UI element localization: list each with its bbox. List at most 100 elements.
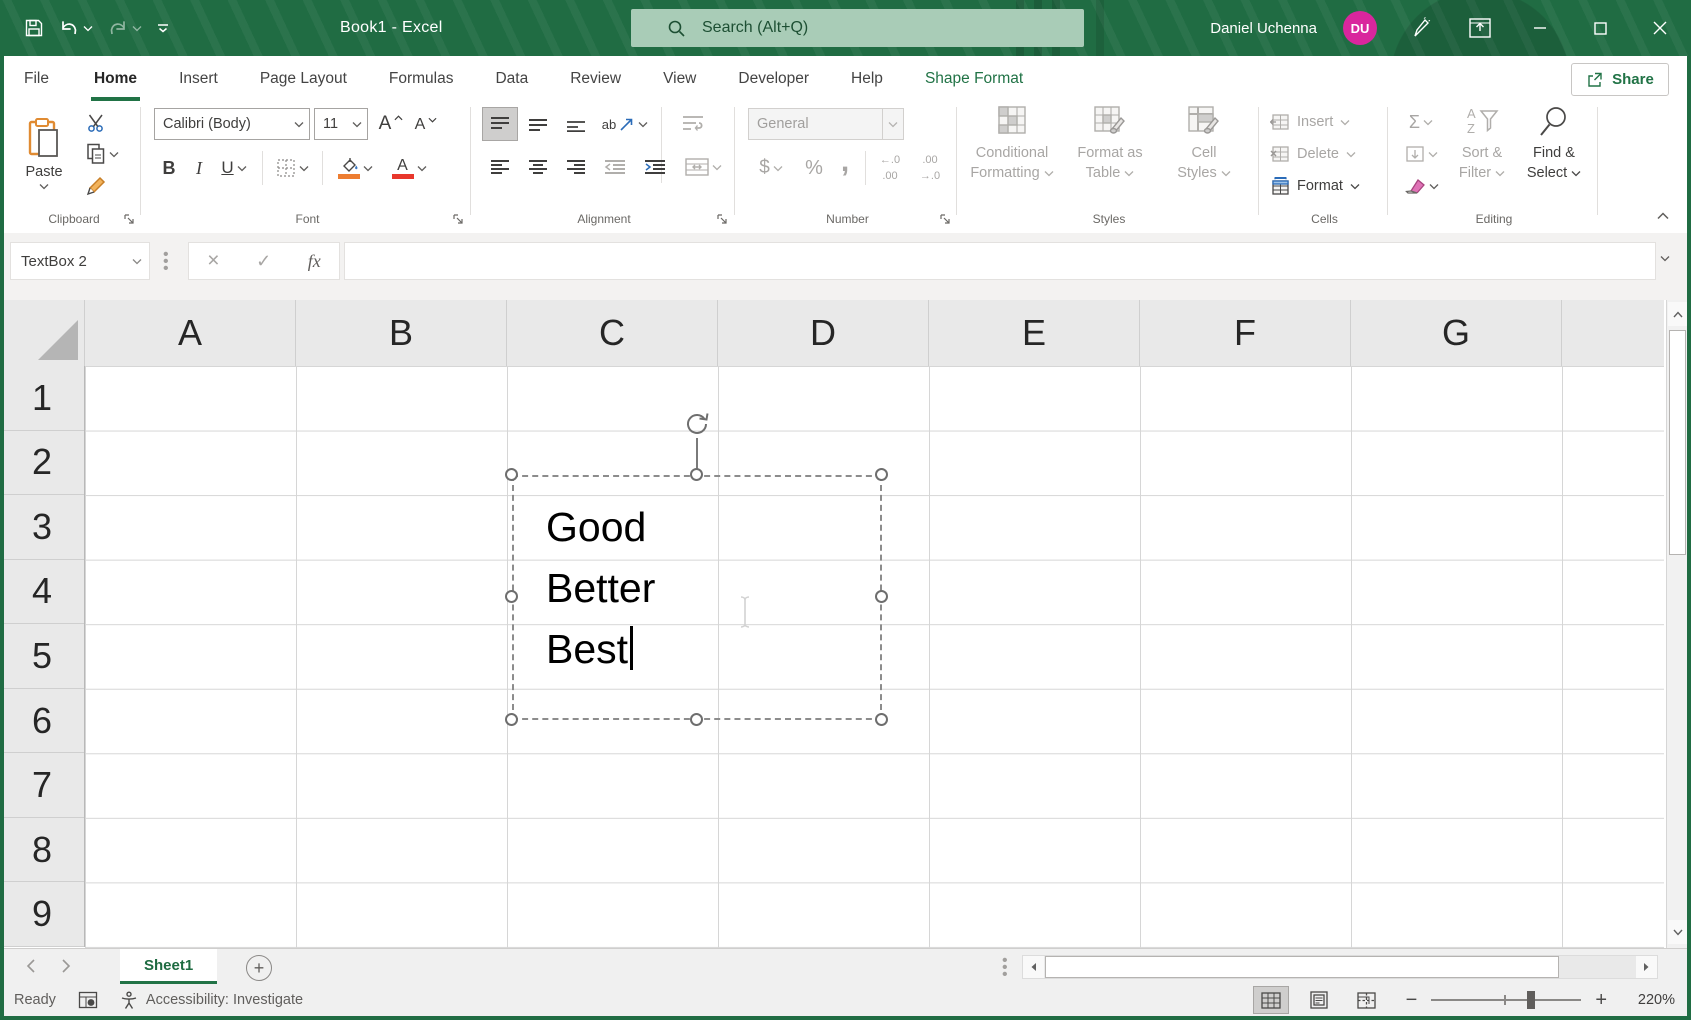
- fill-color-button[interactable]: [332, 153, 378, 183]
- ribbon-display-options-button[interactable]: [1463, 0, 1497, 56]
- column-header-a[interactable]: A: [85, 300, 296, 366]
- comma-style-button[interactable]: ,: [833, 145, 857, 179]
- zoom-out-button[interactable]: −: [1406, 989, 1418, 1012]
- row-header-3[interactable]: 3: [0, 495, 84, 560]
- row-header-7[interactable]: 7: [0, 753, 84, 818]
- cell-styles-button[interactable]: Cell Styles: [1156, 105, 1252, 205]
- sheet-nav-left-button[interactable]: [26, 959, 35, 973]
- formula-input[interactable]: [344, 242, 1656, 280]
- tab-developer[interactable]: Developer: [717, 56, 830, 101]
- decrease-decimal-button[interactable]: .00→.0: [911, 151, 949, 185]
- vertical-scrollbar[interactable]: [1666, 300, 1688, 948]
- zoom-level[interactable]: 220%: [1631, 992, 1675, 1008]
- underline-button[interactable]: U: [214, 153, 254, 183]
- decrease-indent-button[interactable]: [597, 151, 633, 183]
- wrap-text-button[interactable]: [671, 108, 715, 140]
- selection-handle-middle-right[interactable]: [875, 590, 888, 603]
- align-middle-button[interactable]: [521, 108, 555, 140]
- decrease-font-size-button[interactable]: A: [410, 110, 442, 140]
- align-top-button[interactable]: [483, 108, 517, 140]
- orientation-button[interactable]: ab: [599, 108, 651, 140]
- redo-button[interactable]: [107, 18, 142, 38]
- share-button[interactable]: Share: [1571, 63, 1669, 96]
- accessibility-checker-button[interactable]: Accessibility: Investigate: [120, 991, 303, 1010]
- save-button[interactable]: [24, 18, 44, 38]
- horizontal-scroll-thumb[interactable]: [1045, 956, 1559, 978]
- font-size-combobox[interactable]: 11: [314, 108, 368, 140]
- format-as-table-button[interactable]: Format as Table: [1062, 105, 1158, 205]
- tab-data[interactable]: Data: [474, 56, 549, 101]
- inking-pen-button[interactable]: [1403, 0, 1437, 56]
- insert-cells-button[interactable]: Insert: [1270, 107, 1356, 137]
- zoom-in-button[interactable]: +: [1595, 989, 1607, 1012]
- row-header-8[interactable]: 8: [0, 818, 84, 883]
- align-right-button[interactable]: [559, 151, 593, 183]
- italic-button[interactable]: I: [188, 153, 210, 183]
- horizontal-scrollbar[interactable]: [1022, 955, 1658, 979]
- sheet-nav-right-button[interactable]: [62, 959, 71, 973]
- selection-handle-middle-left[interactable]: [505, 590, 518, 603]
- align-bottom-button[interactable]: [559, 108, 593, 140]
- insert-function-button[interactable]: fx: [308, 251, 321, 272]
- column-header-e[interactable]: E: [929, 300, 1140, 366]
- undo-button[interactable]: [58, 18, 93, 38]
- vertical-scroll-thumb[interactable]: [1669, 330, 1686, 555]
- find-select-button[interactable]: Find & Select: [1519, 105, 1589, 205]
- maximize-button[interactable]: [1583, 0, 1617, 56]
- alignment-dialog-launcher[interactable]: [716, 213, 728, 225]
- selection-handle-top-center[interactable]: [690, 468, 703, 481]
- tab-splitter-grip[interactable]: •••: [1002, 957, 1008, 978]
- percent-style-button[interactable]: %: [799, 153, 829, 183]
- page-break-preview-button[interactable]: [1350, 987, 1384, 1013]
- macro-record-button[interactable]: [78, 991, 98, 1009]
- format-cells-button[interactable]: Format: [1270, 171, 1366, 201]
- sort-filter-button[interactable]: A Z Sort & Filter: [1447, 105, 1517, 205]
- select-all-corner[interactable]: [0, 300, 85, 366]
- scroll-down-button[interactable]: [1668, 920, 1687, 944]
- selection-handle-bottom-right[interactable]: [875, 713, 888, 726]
- avatar[interactable]: DU: [1343, 11, 1377, 45]
- tab-page-layout[interactable]: Page Layout: [239, 56, 368, 101]
- cancel-button[interactable]: ×: [207, 249, 219, 273]
- number-format-combobox[interactable]: General: [748, 108, 904, 140]
- cut-button[interactable]: [80, 110, 114, 136]
- tab-file[interactable]: File: [0, 56, 73, 101]
- tab-view[interactable]: View: [642, 56, 717, 101]
- row-header-2[interactable]: 2: [0, 431, 84, 496]
- align-center-button[interactable]: [521, 151, 555, 183]
- autosum-button[interactable]: Σ: [1399, 109, 1443, 135]
- tab-review[interactable]: Review: [549, 56, 642, 101]
- tab-shape-format[interactable]: Shape Format: [904, 56, 1044, 101]
- merge-center-button[interactable]: [679, 151, 727, 183]
- increase-font-size-button[interactable]: A: [374, 108, 408, 140]
- tab-formulas[interactable]: Formulas: [368, 56, 475, 101]
- worksheet-grid[interactable]: A B C D E F G 1 2 3 4 5 6 7 8 9 Good B: [0, 300, 1691, 948]
- column-header-g[interactable]: G: [1351, 300, 1562, 366]
- column-header-b[interactable]: B: [296, 300, 507, 366]
- font-name-combobox[interactable]: Calibri (Body): [154, 108, 310, 140]
- conditional-formatting-button[interactable]: Conditional Formatting: [964, 105, 1060, 205]
- clipboard-dialog-launcher[interactable]: [123, 213, 135, 225]
- tab-home[interactable]: Home: [73, 56, 158, 101]
- row-header-6[interactable]: 6: [0, 689, 84, 754]
- bold-button[interactable]: B: [156, 153, 182, 183]
- borders-button[interactable]: [270, 153, 314, 183]
- search-input[interactable]: Search (Alt+Q): [631, 9, 1084, 47]
- selection-handle-bottom-left[interactable]: [505, 713, 518, 726]
- selection-handle-bottom-center[interactable]: [690, 713, 703, 726]
- column-header-partial[interactable]: [1562, 300, 1664, 366]
- row-header-1[interactable]: 1: [0, 366, 84, 431]
- tab-help[interactable]: Help: [830, 56, 904, 101]
- column-header-f[interactable]: F: [1140, 300, 1351, 366]
- number-dialog-launcher[interactable]: [939, 213, 951, 225]
- align-left-button[interactable]: [483, 151, 517, 183]
- enter-button[interactable]: ✓: [256, 251, 271, 272]
- minimize-button[interactable]: [1523, 0, 1557, 56]
- scroll-right-button[interactable]: [1636, 956, 1657, 978]
- formula-bar-expand-button[interactable]: [1660, 255, 1670, 262]
- copy-button[interactable]: [78, 141, 126, 167]
- name-box[interactable]: TextBox 2: [10, 242, 150, 280]
- fill-button[interactable]: [1399, 141, 1443, 167]
- tab-insert[interactable]: Insert: [158, 56, 239, 101]
- scroll-left-button[interactable]: [1023, 956, 1044, 978]
